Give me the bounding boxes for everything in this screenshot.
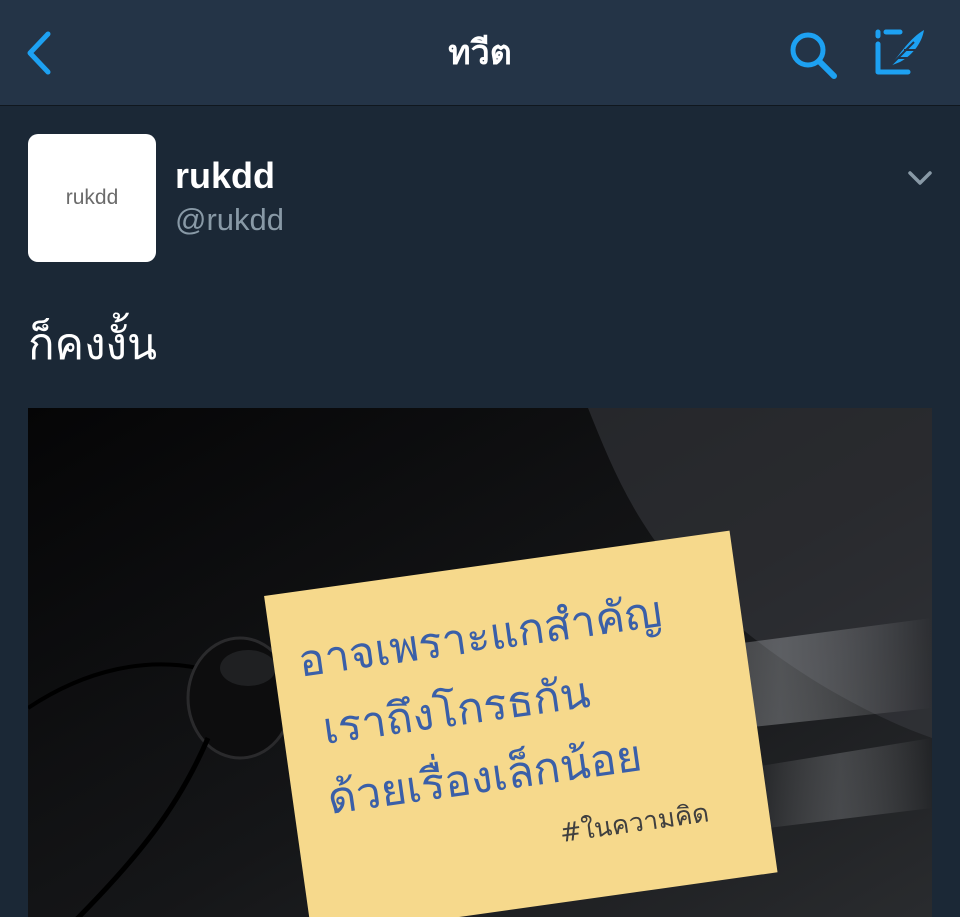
chevron-down-icon [908,171,932,185]
author-handle[interactable]: @rukdd [175,200,284,240]
tweet: rukdd rukdd @rukdd ก็คงงั้น อาจเพราะแกสำ… [0,106,960,917]
search-icon [790,32,837,79]
compose-tweet-icon [875,29,924,75]
author-display-name[interactable]: rukdd [175,154,275,198]
compose-tweet-button[interactable] [870,24,932,82]
back-button[interactable] [18,24,66,82]
avatar-logo-text: rukdd [65,186,119,209]
avatar[interactable]: rukdd [28,134,156,262]
tweet-options-button[interactable] [900,162,940,194]
top-navigation-bar: ทวีต [0,0,960,106]
tweet-photo[interactable]: อาจเพราะแกสำคัญ เราถึงโกรธกัน ด้วยเรื่อง… [28,408,932,917]
search-button[interactable] [786,28,842,82]
chevron-left-icon [27,31,51,75]
sticky-note: อาจเพราะแกสำคัญ เราถึงโกรธกัน ด้วยเรื่อง… [264,530,778,917]
tweet-text: ก็คงงั้น [28,319,158,370]
tweet-detail-screen: ทวีต rukdd rukdd @rukdd ก็คงงั้น อาจเพรา… [0,0,960,917]
photo-sticky-note: อาจเพราะแกสำคัญ เราถึงโกรธกัน ด้วยเรื่อง… [28,408,932,917]
